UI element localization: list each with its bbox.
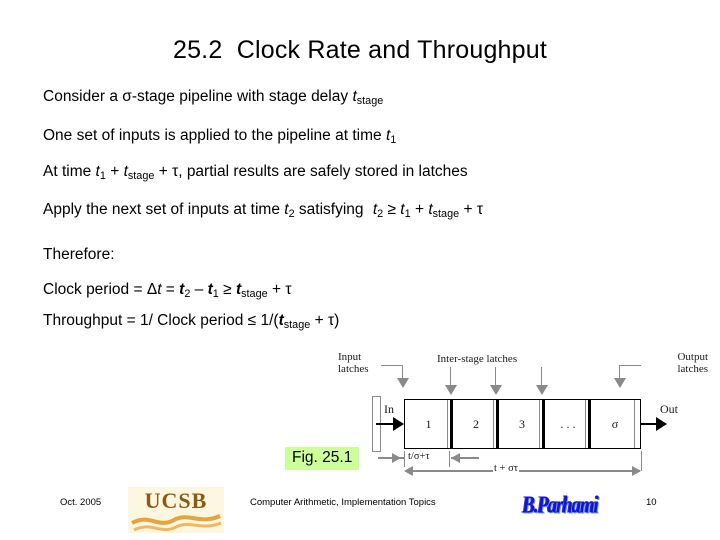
variable-t1: t (400, 201, 405, 218)
arrow-left-icon-dim-total (404, 466, 413, 476)
geq-operator: ≥ (218, 281, 236, 298)
author-logo: B.Parhami (512, 489, 608, 529)
dim-label-stage: t/σ+τ (407, 451, 431, 462)
dim-tick-left (404, 451, 405, 467)
author-logo-text: B.Parhami (522, 492, 598, 519)
subscript-1: 1 (212, 288, 219, 301)
body-line-1: Consider a σ-stage pipeline with stage d… (43, 88, 384, 108)
arrow-right-icon-in (393, 417, 404, 431)
ucsb-logo: UCSB (128, 487, 224, 533)
variable-tstage: t (428, 201, 433, 218)
in-label: In (384, 402, 394, 416)
leader-line-output-down (619, 365, 621, 379)
subscript-1: 1 (404, 208, 411, 221)
subscript-stage: stage (356, 95, 384, 108)
plus-operator: + (154, 163, 173, 180)
pipeline-figure: Input latches Inter-stage latches Output… (338, 351, 710, 482)
variable-t1: t (207, 281, 213, 298)
text-fragment: Consider a (43, 88, 123, 105)
dim-tick-mid (449, 451, 450, 467)
pipeline-box: 1 2 3 . . . σ (404, 399, 641, 449)
text-fragment: 1/( (256, 312, 279, 329)
arrow-down-icon-interstage-1 (445, 385, 457, 395)
geq-operator: ≥ (383, 201, 401, 218)
subscript-2: 2 (377, 208, 384, 221)
latch-bar-thin (539, 400, 540, 448)
subscript-1: 1 (390, 134, 397, 147)
leader-line-output (619, 365, 641, 367)
text-fragment: At time (43, 163, 96, 180)
output-latches-label: Output latches (677, 351, 708, 375)
leader-line-interstage-2 (495, 367, 497, 386)
tau-symbol: τ (476, 201, 483, 218)
body-line-4: Apply the next set of inputs at time t2 … (43, 201, 483, 221)
dim-tick-right (641, 451, 642, 471)
subscript-1: 1 (99, 170, 106, 183)
subscript-stage: stage (432, 208, 460, 221)
arrow-down-icon-interstage-3 (536, 385, 548, 395)
arrow-right-icon-out (656, 417, 667, 431)
leader-line-interstage-1 (450, 367, 452, 386)
leader-line-interstage-3 (541, 367, 543, 386)
stage-cell: σ (611, 416, 619, 431)
page-title: 25.2 Clock Rate and Throughput (172, 36, 548, 64)
throughput-equation: Throughput = 1/ Clock period ≤ 1/(tstage… (43, 312, 340, 332)
subscript-stage: stage (241, 288, 268, 301)
text-fragment: Apply the next set of inputs at time (43, 201, 285, 218)
leq-operator: ≤ (247, 312, 257, 329)
subscript-stage: stage (283, 319, 311, 332)
text-fragment: satisfying (294, 201, 368, 218)
text-fragment: ) (334, 312, 340, 329)
latch-bar-thin (634, 400, 635, 448)
text-fragment: , partial results are safely stored in l… (178, 163, 468, 180)
stage-cell: 1 (425, 416, 432, 431)
subscript-2: 2 (288, 208, 295, 221)
clock-period-equation: Clock period = Δt = t2 – t1 ≥ tstage + τ (43, 281, 292, 301)
plus-operator: + (105, 163, 124, 180)
arrow-down-icon-output (614, 378, 626, 388)
body-line-2: One set of inputs is applied to the pipe… (43, 127, 397, 147)
arrow-right-icon-dim-stage (392, 453, 401, 463)
plus-operator: + (267, 281, 286, 298)
variable-tstage: t (278, 312, 284, 329)
ucsb-wave-icon (131, 514, 222, 532)
footer-date: Oct. 2005 (60, 497, 102, 508)
arrow-right-icon-dim-total (632, 466, 641, 476)
arrow-down-icon-input (397, 378, 409, 388)
arrow-down-icon-interstage-2 (490, 385, 502, 395)
minus-operator: – (190, 281, 208, 298)
subscript-2: 2 (184, 288, 191, 301)
delta-symbol: Δ (146, 281, 158, 298)
arrow-left-icon-dim-stage (451, 453, 460, 463)
latch-bar-thin (585, 400, 586, 448)
dim-label-total: t + στ (493, 463, 519, 474)
tau-symbol: τ (285, 281, 292, 298)
variable-t2: t (284, 201, 289, 218)
plus-operator: + (459, 201, 477, 218)
footer-page-number: 10 (646, 497, 657, 508)
leader-line-input-down (402, 365, 404, 379)
plus-operator: + (410, 201, 429, 218)
therefore-label: Therefore: (43, 246, 115, 263)
dim-line-total (406, 470, 640, 472)
text-fragment: Throughput = 1/ Clock period (43, 312, 248, 329)
subscript-stage: stage (127, 170, 155, 183)
latch-bar-thin (447, 400, 448, 448)
equals-operator: = (161, 281, 180, 298)
interstage-latches-label: Inter-stage latches (437, 353, 518, 365)
plus-operator: + (310, 312, 328, 329)
out-label: Out (660, 402, 678, 416)
footer-course-title: Computer Arithmetic, Implementation Topi… (250, 497, 436, 508)
text-fragment: Clock period = (43, 281, 147, 298)
input-latches-label: Input latches (338, 351, 369, 375)
body-line-3: At time t1 + tstage + τ, partial results… (43, 163, 468, 183)
text-fragment: One set of inputs is applied to the pipe… (43, 127, 386, 144)
text-fragment: -stage pipeline with stage delay (131, 88, 353, 105)
latch-bar-thin (493, 400, 494, 448)
sigma-symbol: σ (122, 88, 132, 105)
figure-caption: Fig. 25.1 (285, 447, 360, 470)
leader-line-input (381, 365, 403, 367)
